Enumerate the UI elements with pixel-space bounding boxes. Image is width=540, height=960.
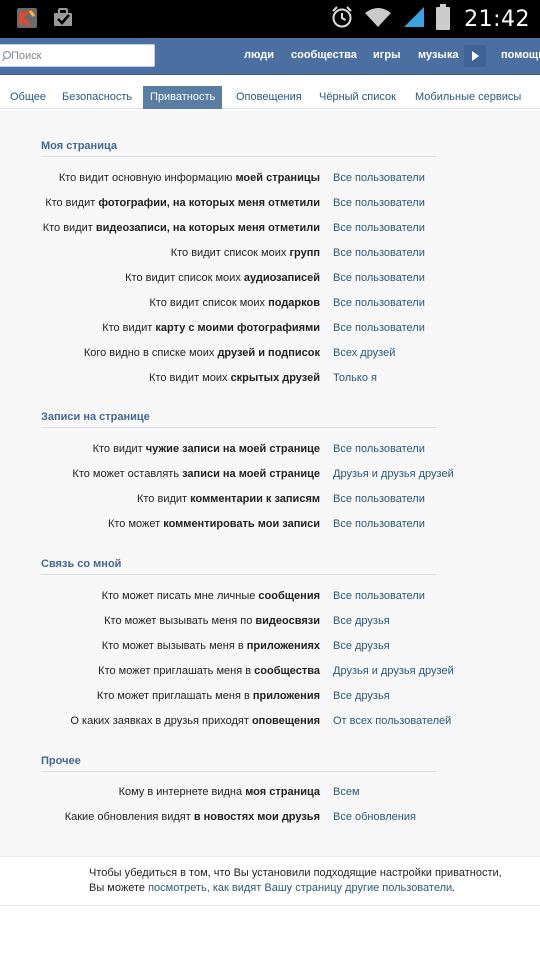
setting-value-dropdown[interactable]: Все пользователи bbox=[333, 493, 425, 505]
setting-label: Кто может приглашать меня в приложения bbox=[96, 690, 320, 702]
tab-general[interactable]: Общее bbox=[10, 86, 46, 109]
setting-value-dropdown[interactable]: Друзья и друзья друзей bbox=[333, 468, 454, 480]
note-text-with-link: Вы можете посмотреть, как видят Вашу стр… bbox=[89, 882, 456, 894]
setting-label: Кто может вызывать меня в приложениях bbox=[101, 640, 320, 652]
search-input[interactable] bbox=[11, 47, 149, 65]
setting-value-dropdown[interactable]: Друзья и друзья друзей bbox=[333, 665, 454, 677]
setting-label: Кто может комментировать мои записи bbox=[107, 518, 320, 530]
setting-value-dropdown[interactable]: Все пользователи bbox=[333, 518, 425, 530]
setting-value-dropdown[interactable]: Все обновления bbox=[333, 811, 416, 823]
setting-label: Какие обновления видят в новостях мои др… bbox=[64, 811, 320, 823]
section-divider bbox=[41, 427, 436, 428]
search-box[interactable] bbox=[0, 44, 155, 67]
setting-label: Кто может вызывать меня по видеосвязи bbox=[104, 615, 320, 627]
setting-value-dropdown[interactable]: Все пользователи bbox=[333, 297, 425, 309]
setting-value-dropdown[interactable]: Все пользователи bbox=[333, 172, 425, 184]
section-divider bbox=[41, 574, 436, 575]
setting-label: Кому в интернете видна моя страница bbox=[118, 786, 320, 798]
app-notification-icon bbox=[16, 7, 38, 34]
section-divider bbox=[41, 156, 436, 157]
setting-label: Кого видно в списке моих друзей и подпис… bbox=[83, 347, 320, 359]
signal-icon bbox=[402, 5, 426, 34]
nav-communities[interactable]: сообщества bbox=[291, 38, 357, 75]
tab-security[interactable]: Безопасность bbox=[62, 86, 132, 109]
setting-label: Кто видит фотографии, на которых меня от… bbox=[45, 197, 320, 209]
nav-music[interactable]: музыка bbox=[418, 38, 458, 75]
note-text: Чтобы убедиться в том, что Вы установили… bbox=[89, 867, 502, 879]
setting-value-dropdown[interactable]: Все пользователи bbox=[333, 443, 425, 455]
setting-value-dropdown[interactable]: Все пользователи bbox=[333, 590, 425, 602]
setting-label: Кто видит комментарии к записям bbox=[136, 493, 320, 505]
battery-icon bbox=[436, 4, 451, 35]
setting-label: Кто видит список моих подарков bbox=[149, 297, 320, 309]
wifi-icon bbox=[364, 6, 392, 33]
setting-label: Кто видит чужие записи на моей странице bbox=[92, 443, 320, 455]
tab-privacy[interactable]: Приватность bbox=[143, 86, 223, 109]
view-as-others-link[interactable]: посмотреть, как видят Вашу страницу друг… bbox=[148, 882, 452, 894]
setting-value-dropdown[interactable]: Все пользователи bbox=[333, 322, 425, 334]
privacy-settings: Моя страница Кто видит основную информац… bbox=[0, 110, 540, 856]
page-bottom bbox=[0, 906, 540, 960]
setting-value-dropdown[interactable]: Всем bbox=[333, 786, 360, 798]
play-arrow-icon bbox=[472, 51, 479, 61]
top-navigation-bar: люди сообщества игры музыка помощь bbox=[0, 38, 540, 75]
settings-tabs: Общее Безопасность Приватность Оповещени… bbox=[0, 75, 540, 109]
setting-label: Кто видит основную информацию моей стран… bbox=[58, 172, 320, 184]
tab-mobile-services[interactable]: Мобильные сервисы bbox=[415, 86, 521, 109]
setting-value-dropdown[interactable]: Все пользователи bbox=[333, 272, 425, 284]
section-title-contact-me: Связь со мной bbox=[41, 558, 122, 570]
briefcase-check-icon bbox=[52, 7, 74, 34]
setting-label: Кто видит список моих аудиозаписей bbox=[125, 272, 320, 284]
section-title-other: Прочее bbox=[41, 755, 81, 767]
more-nav-button[interactable] bbox=[464, 45, 486, 67]
tab-blacklist[interactable]: Чёрный список bbox=[319, 86, 396, 109]
nav-people[interactable]: люди bbox=[244, 38, 274, 75]
setting-value-dropdown[interactable]: Все пользователи bbox=[333, 222, 425, 234]
clock-time: 21:42 bbox=[464, 7, 530, 32]
setting-label: Кто может оставлять записи на моей стран… bbox=[72, 468, 320, 480]
setting-label: О каких заявках в друзья приходят оповещ… bbox=[70, 715, 320, 727]
setting-value-dropdown[interactable]: Всех друзей bbox=[333, 347, 395, 359]
section-title-my-page: Моя страница bbox=[41, 140, 117, 152]
setting-value-dropdown[interactable]: Все пользователи bbox=[333, 197, 425, 209]
nav-games[interactable]: игры bbox=[373, 38, 400, 75]
setting-value-dropdown[interactable]: Все друзья bbox=[333, 690, 390, 702]
section-divider bbox=[41, 771, 436, 772]
alarm-clock-icon bbox=[330, 5, 354, 34]
setting-value-dropdown[interactable]: Все друзья bbox=[333, 640, 390, 652]
setting-label: Кто может приглашать меня в сообщества bbox=[98, 665, 320, 677]
nav-help[interactable]: помощь bbox=[501, 38, 540, 75]
privacy-check-note: Чтобы убедиться в том, что Вы установили… bbox=[0, 856, 540, 906]
setting-label: Кто видит список моих групп bbox=[170, 247, 320, 259]
tab-notifications[interactable]: Оповещения bbox=[236, 86, 302, 109]
status-bar: 21:42 bbox=[0, 0, 540, 38]
setting-label: Кто видит моих скрытых друзей bbox=[149, 372, 320, 384]
setting-value-dropdown[interactable]: От всех пользователей bbox=[333, 715, 451, 727]
section-title-wall-posts: Записи на странице bbox=[41, 411, 150, 423]
setting-label: Кто видит карту с моими фотографиями bbox=[102, 322, 320, 334]
setting-value-dropdown[interactable]: Все пользователи bbox=[333, 247, 425, 259]
setting-value-dropdown[interactable]: Все друзья bbox=[333, 615, 390, 627]
setting-value-dropdown[interactable]: Только я bbox=[333, 372, 377, 384]
setting-label: Кто видит видеозаписи, на которых меня о… bbox=[42, 222, 320, 234]
setting-label: Кто может писать мне личные сообщения bbox=[101, 590, 320, 602]
